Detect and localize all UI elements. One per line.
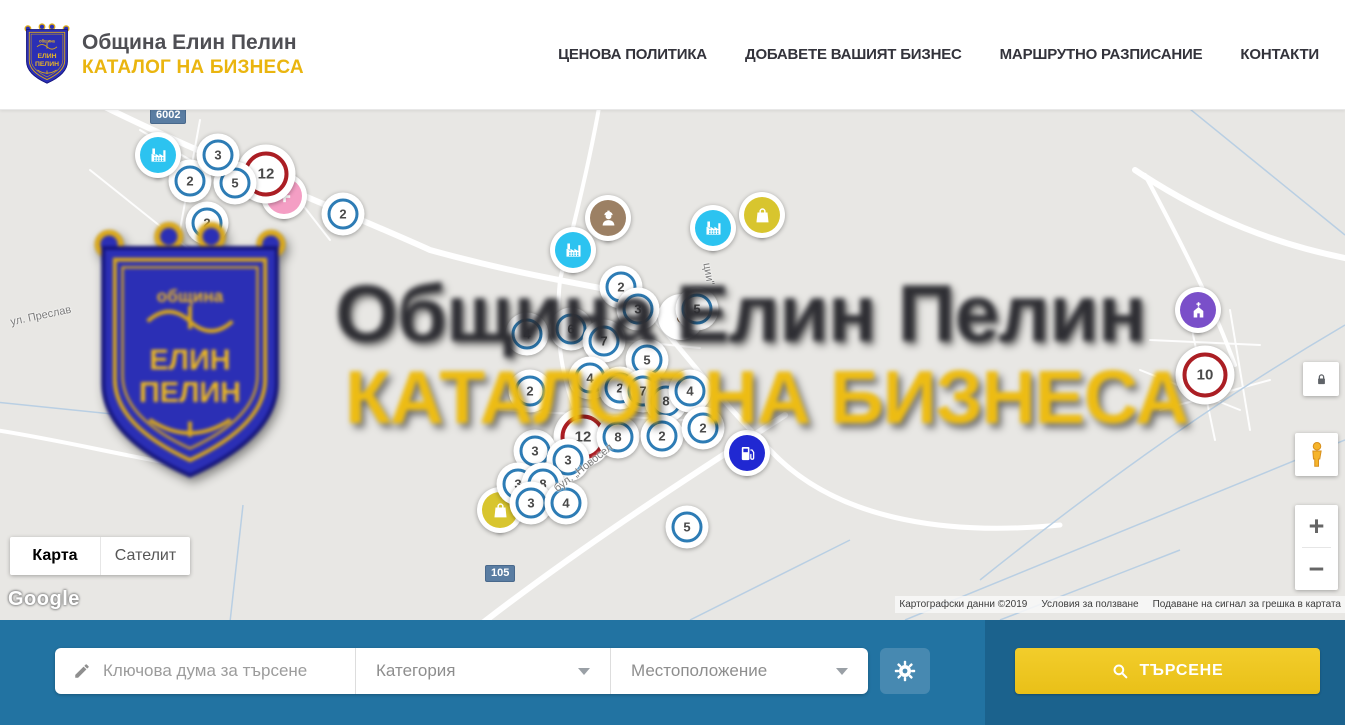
map-attribution: Картографски данни ©2019 Условия за полз… xyxy=(895,596,1345,613)
cluster-count: 4 xyxy=(512,319,543,350)
map-cluster-marker[interactable]: 3 xyxy=(617,288,660,331)
cluster-count: 2 xyxy=(647,421,678,452)
municipality-crest-icon: община ЕЛИН ПЕЛИН xyxy=(22,23,72,87)
map-pin-church[interactable] xyxy=(1175,287,1221,333)
nav-item-contacts[interactable]: КОНТАКТИ xyxy=(1240,46,1319,63)
search-button[interactable]: ТЪРСЕНЕ xyxy=(1015,648,1320,694)
map-pin-factory[interactable] xyxy=(550,227,596,273)
map-pin-bag[interactable] xyxy=(739,192,785,238)
pin-head xyxy=(724,430,770,476)
search-fields: Категория Местоположение xyxy=(55,648,868,694)
bag-icon xyxy=(744,197,780,233)
map-cluster-marker[interactable]: 4 xyxy=(506,313,549,356)
category-select-value: Категория xyxy=(376,661,455,681)
cluster-count: 4 xyxy=(675,376,706,407)
map-cluster-marker[interactable]: 2 xyxy=(682,407,725,450)
map-cluster-marker[interactable]: 5 xyxy=(676,288,719,331)
map-cluster-marker[interactable]: 2 xyxy=(509,370,552,413)
main-nav: ЦЕНОВА ПОЛИТИКА ДОБАВЕТЕ ВАШИЯТ БИЗНЕС М… xyxy=(558,46,1319,63)
pin-head xyxy=(1175,287,1221,333)
map-pin-factory[interactable] xyxy=(690,205,736,251)
map-view-button[interactable]: Карта xyxy=(10,537,100,575)
cluster-count: 5 xyxy=(682,294,713,325)
site-logo[interactable]: община ЕЛИН ПЕЛИН Община Елин Пелин КАТА… xyxy=(22,23,304,87)
factory-icon xyxy=(555,232,591,268)
pin-head xyxy=(690,205,736,251)
street-label: ции" xyxy=(700,262,716,286)
site-subtitle: КАТАЛОГ НА БИЗНЕСА xyxy=(82,57,304,79)
map-cluster-marker[interactable]: 3 xyxy=(197,134,240,177)
keyword-input[interactable] xyxy=(103,661,333,681)
category-select[interactable]: Категория xyxy=(355,648,610,694)
cluster-count: 3 xyxy=(516,488,547,519)
street-label: ул. Преслав xyxy=(9,304,72,329)
zoom-control: + − xyxy=(1295,505,1338,590)
attribution-report-link[interactable]: Подаване на сигнал за грешка в картата xyxy=(1153,599,1341,610)
pin-head xyxy=(135,132,181,178)
search-icon xyxy=(1111,662,1129,680)
cluster-count: 10 xyxy=(1183,353,1228,398)
cluster-count: 3 xyxy=(623,294,654,325)
svg-text:община: община xyxy=(39,38,55,43)
zoom-in-button[interactable]: + xyxy=(1295,505,1338,547)
street-view-pegman[interactable] xyxy=(1295,433,1338,476)
satellite-view-button[interactable]: Сателит xyxy=(100,537,190,575)
cluster-count: 2 xyxy=(515,376,546,407)
map-cluster-marker[interactable]: 2 xyxy=(322,193,365,236)
map-pin-fuel[interactable] xyxy=(724,430,770,476)
cluster-count: 5 xyxy=(672,512,703,543)
pin-head xyxy=(550,227,596,273)
cluster-count: 2 xyxy=(192,208,223,239)
chevron-down-icon xyxy=(836,668,848,675)
google-logo[interactable]: Google xyxy=(8,588,80,611)
search-bar: Категория Местоположение xyxy=(0,620,1345,725)
pencil-icon xyxy=(73,662,91,680)
attribution-terms-link[interactable]: Условия за ползване xyxy=(1041,599,1138,610)
cluster-count: 3 xyxy=(203,140,234,171)
nav-item-add-business[interactable]: ДОБАВЕТЕ ВАШИЯТ БИЗНЕС xyxy=(745,46,962,63)
road-number-badge: 105 xyxy=(485,565,515,582)
gear-icon xyxy=(893,659,917,683)
map-markers-layer: 2212532235647542278412822333834510600210… xyxy=(0,110,1345,620)
keyword-field[interactable] xyxy=(55,648,355,694)
fuel-icon xyxy=(729,435,765,471)
logo-text: Община Елин Пелин КАТАЛОГ НА БИЗНЕСА xyxy=(82,31,304,79)
svg-text:ПЕЛИН: ПЕЛИН xyxy=(35,60,59,67)
cluster-count: 2 xyxy=(688,413,719,444)
nav-item-timetable[interactable]: МАРШРУТНО РАЗПИСАНИЕ xyxy=(1000,46,1203,63)
site-header: община ЕЛИН ПЕЛИН Община Елин Пелин КАТА… xyxy=(0,0,1345,110)
cluster-count: 2 xyxy=(328,199,359,230)
lock-icon xyxy=(1313,371,1330,388)
map-cluster-marker[interactable]: 5 xyxy=(666,506,709,549)
map-cluster-marker[interactable]: 2 xyxy=(186,202,229,245)
cluster-count: 7 xyxy=(589,326,620,357)
location-select[interactable]: Местоположение xyxy=(610,648,868,694)
cluster-count: 4 xyxy=(551,488,582,519)
site-title: Община Елин Пелин xyxy=(82,31,304,55)
chevron-down-icon xyxy=(578,668,590,675)
advanced-settings-button[interactable] xyxy=(880,648,930,694)
location-select-value: Местоположение xyxy=(631,661,767,681)
church-icon xyxy=(1180,292,1216,328)
road-number-badge: 6002 xyxy=(150,110,186,124)
pin-head xyxy=(739,192,785,238)
attribution-copyright: Картографски данни ©2019 xyxy=(899,599,1027,610)
map-type-control: Карта Сателит xyxy=(10,537,190,575)
map-cluster-marker[interactable]: 10 xyxy=(1176,346,1235,405)
pegman-icon xyxy=(1302,440,1332,470)
svg-text:ЕЛИН: ЕЛИН xyxy=(37,53,56,60)
search-button-label: ТЪРСЕНЕ xyxy=(1139,662,1223,680)
lock-button[interactable] xyxy=(1303,362,1339,396)
map-canvas[interactable]: 2212532235647542278412822333834510600210… xyxy=(0,110,1345,620)
nav-item-pricing[interactable]: ЦЕНОВА ПОЛИТИКА xyxy=(558,46,707,63)
page: община ЕЛИН ПЕЛИН Община Елин Пелин КАТА… xyxy=(0,0,1345,725)
zoom-out-button[interactable]: − xyxy=(1295,548,1338,590)
map-pin-factory[interactable] xyxy=(135,132,181,178)
factory-icon xyxy=(695,210,731,246)
map-cluster-marker[interactable]: 2 xyxy=(641,415,684,458)
factory-icon xyxy=(140,137,176,173)
